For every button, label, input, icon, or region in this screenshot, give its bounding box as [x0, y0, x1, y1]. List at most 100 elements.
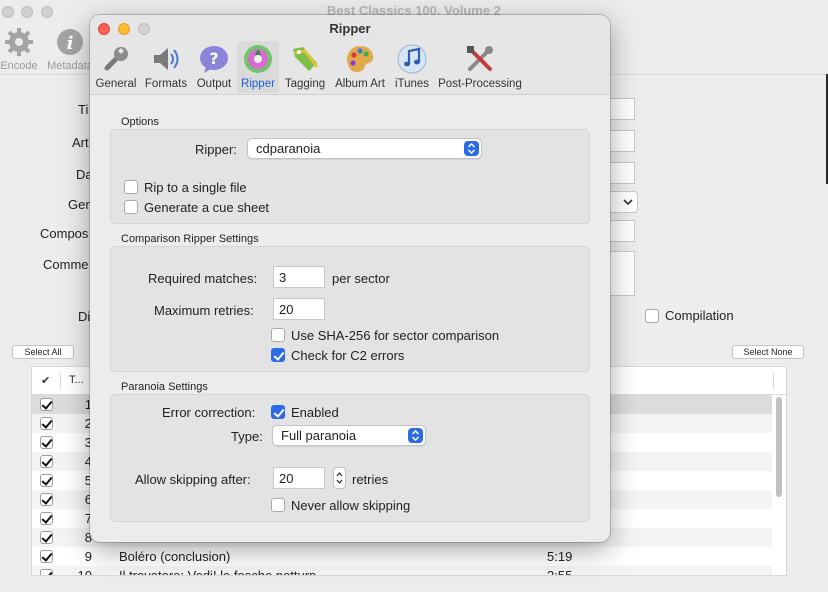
- per-sector-label: per sector: [332, 271, 390, 286]
- prefs-titlebar: Ripper General Formats ? Output Ripper T…: [90, 15, 610, 95]
- tab-output[interactable]: ? Output: [193, 41, 235, 93]
- tab-formats-label: Formats: [144, 78, 188, 90]
- table-row[interactable]: 9 Boléro (conclusion) 5:19: [32, 547, 772, 566]
- sha256-label: Use SHA-256 for sector comparison: [291, 328, 500, 343]
- composer-field-label: Compos: [40, 226, 89, 241]
- header-track[interactable]: T...: [69, 374, 84, 386]
- paranoia-section-title: Paranoia Settings: [121, 381, 208, 393]
- prefs-title: Ripper: [329, 21, 371, 36]
- wrench-icon: [104, 47, 128, 71]
- svg-text:?: ?: [209, 49, 218, 68]
- error-correction-enabled-checkbox[interactable]: [271, 405, 285, 419]
- disc-icon: [244, 45, 272, 73]
- allow-skipping-stepper[interactable]: [333, 467, 346, 489]
- music-note-icon: [397, 44, 427, 74]
- c2-errors-label: Check for C2 errors: [291, 348, 405, 363]
- speaker-icon: [154, 48, 179, 70]
- error-correction-label: Error correction:: [162, 405, 256, 420]
- required-matches-field[interactable]: 3: [273, 266, 325, 288]
- maximum-retries-value: 20: [279, 302, 294, 317]
- required-matches-label: Required matches:: [148, 271, 258, 286]
- track-checkbox[interactable]: [40, 512, 53, 525]
- maximum-retries-label: Maximum retries:: [154, 303, 254, 318]
- track-title: Boléro (conclusion): [119, 549, 231, 564]
- tag-icon: [293, 47, 319, 71]
- cue-sheet-checkbox[interactable]: [124, 200, 138, 214]
- retries-label: retries: [352, 472, 389, 487]
- track-checkbox[interactable]: [40, 436, 53, 449]
- palette-icon: [347, 46, 374, 72]
- artist-field-label: Art: [72, 135, 89, 150]
- tab-ripper[interactable]: Ripper: [237, 41, 279, 93]
- stepper-arrows-icon: [336, 471, 343, 485]
- tab-output-label: Output: [196, 78, 232, 90]
- tab-ripper-label: Ripper: [241, 78, 275, 90]
- type-label: Type:: [231, 429, 263, 444]
- track-checkbox[interactable]: [40, 455, 53, 468]
- tab-general[interactable]: General: [94, 41, 138, 93]
- compilation-checkbox[interactable]: [645, 309, 659, 323]
- options-section-title: Options: [121, 116, 159, 128]
- track-number: 9: [84, 549, 92, 564]
- genre-field-label: Gen: [68, 197, 93, 212]
- allow-skipping-field[interactable]: 20: [273, 467, 325, 489]
- tab-itunes[interactable]: iTunes: [392, 41, 432, 93]
- chevron-down-icon: [623, 199, 633, 206]
- track-title: Il trovatore: Vedi! le fosche notturn: [119, 568, 317, 576]
- allow-skipping-value: 20: [279, 471, 294, 486]
- comment-field-label: Comme: [43, 257, 89, 272]
- tab-album-art-label: Album Art: [335, 78, 385, 90]
- never-skip-checkbox[interactable]: [271, 498, 285, 512]
- metadata-label: Metadata: [47, 60, 93, 72]
- error-correction-enabled-label: Enabled: [291, 405, 339, 420]
- track-checkbox[interactable]: [40, 531, 53, 544]
- track-checkbox[interactable]: [40, 417, 53, 430]
- tab-post-processing[interactable]: Post-Processing: [435, 41, 525, 93]
- paranoia-type-value: Full paranoia: [281, 428, 357, 443]
- ripper-label: Ripper:: [195, 142, 237, 157]
- table-scrollbar[interactable]: [776, 397, 782, 497]
- track-checkbox[interactable]: [40, 398, 53, 411]
- cue-sheet-label: Generate a cue sheet: [144, 200, 270, 215]
- ripper-popup[interactable]: cdparanoia: [247, 138, 482, 159]
- c2-errors-checkbox[interactable]: [271, 348, 285, 362]
- allow-skipping-label: Allow skipping after:: [135, 472, 251, 487]
- track-time: 5:19: [547, 549, 573, 564]
- required-matches-value: 3: [279, 270, 287, 285]
- header-check[interactable]: ✔: [41, 374, 50, 387]
- comparison-section-title: Comparison Ripper Settings: [121, 233, 259, 245]
- ripper-popup-value: cdparanoia: [256, 141, 321, 156]
- updown-arrows-icon: [408, 428, 423, 443]
- maximum-retries-field[interactable]: 20: [273, 298, 325, 320]
- tab-post-processing-label: Post-Processing: [438, 78, 522, 90]
- track-number: 10: [77, 568, 92, 576]
- track-checkbox[interactable]: [40, 569, 53, 575]
- track-checkbox[interactable]: [40, 474, 53, 487]
- tab-itunes-label: iTunes: [394, 78, 430, 90]
- table-row[interactable]: 10 Il trovatore: Vedi! le fosche notturn 2…: [32, 566, 772, 576]
- tools-icon: [467, 46, 493, 71]
- select-all-button[interactable]: Select All: [12, 345, 74, 359]
- never-skip-label: Never allow skipping: [291, 498, 411, 513]
- ripper-preferences-window: Ripper General Formats ? Output Ripper T…: [90, 15, 610, 542]
- title-field-label: Ti: [78, 102, 89, 117]
- info-icon: i: [57, 29, 83, 55]
- tab-tagging[interactable]: Tagging: [282, 41, 328, 93]
- gear-icon: [5, 28, 33, 56]
- rip-single-file-checkbox[interactable]: [124, 180, 138, 194]
- select-none-button[interactable]: Select None: [732, 345, 804, 359]
- track-checkbox[interactable]: [40, 550, 53, 563]
- paranoia-type-popup[interactable]: Full paranoia: [272, 425, 426, 446]
- tab-formats[interactable]: Formats: [142, 41, 190, 93]
- metadata-button[interactable]: i Metadata: [45, 26, 95, 72]
- updown-arrows-icon: [464, 141, 479, 156]
- encode-label: Encode: [0, 60, 38, 72]
- track-checkbox[interactable]: [40, 493, 53, 506]
- tab-tagging-label: Tagging: [284, 78, 326, 90]
- rip-single-file-label: Rip to a single file: [144, 180, 247, 195]
- track-time: 2:55: [547, 568, 573, 576]
- compilation-label: Compilation: [665, 308, 734, 323]
- tab-album-art[interactable]: Album Art: [331, 41, 389, 93]
- encode-button[interactable]: Encode: [0, 26, 44, 72]
- sha256-checkbox[interactable]: [271, 328, 285, 342]
